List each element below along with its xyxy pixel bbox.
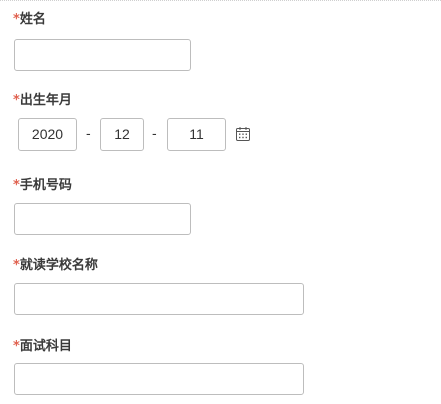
phone-input[interactable] — [14, 203, 191, 235]
subject-input[interactable] — [14, 363, 304, 395]
date-separator: - — [152, 125, 157, 141]
birth-date-label: *出生年月 — [13, 93, 72, 109]
phone-label: *手机号码 — [13, 178, 72, 194]
subject-label: *面试科目 — [13, 339, 72, 355]
required-mark: * — [13, 178, 20, 193]
name-input[interactable] — [14, 39, 191, 71]
top-divider — [0, 0, 441, 1]
birth-year-field[interactable]: 2020 — [18, 118, 77, 151]
required-mark: * — [13, 339, 20, 354]
birth-month-field[interactable]: 12 — [100, 118, 144, 151]
subject-label-text: 面试科目 — [19, 339, 72, 354]
required-mark: * — [13, 93, 20, 108]
date-separator: - — [86, 125, 91, 141]
name-label: *姓名 — [13, 12, 46, 28]
birth-day-field[interactable]: 11 — [167, 118, 226, 151]
school-input[interactable] — [14, 283, 304, 315]
birth-date-label-text: 出生年月 — [19, 93, 72, 108]
school-label-text: 就读学校名称 — [19, 258, 98, 273]
phone-label-text: 手机号码 — [19, 178, 72, 193]
required-mark: * — [13, 258, 20, 273]
calendar-icon[interactable] — [235, 126, 251, 142]
required-mark: * — [13, 12, 20, 27]
school-label: *就读学校名称 — [13, 258, 98, 274]
name-label-text: 姓名 — [19, 12, 46, 27]
